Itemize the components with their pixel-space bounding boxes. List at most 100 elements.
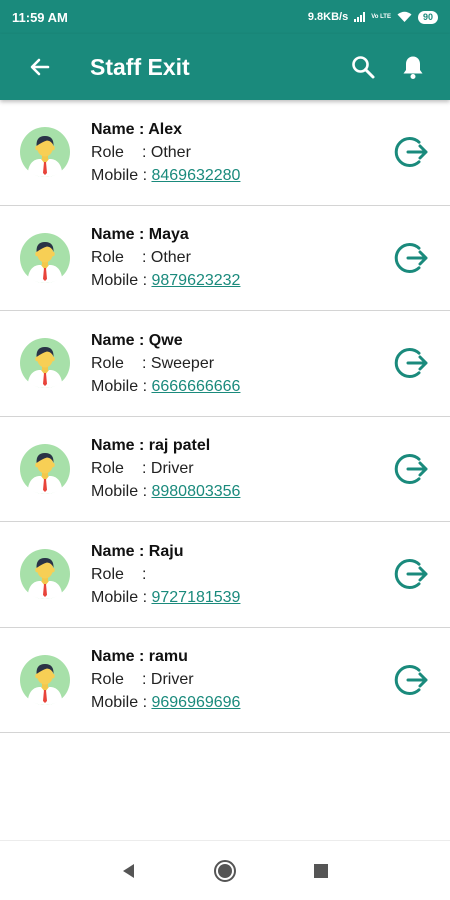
- back-button[interactable]: [20, 47, 60, 87]
- staff-name: Maya: [148, 226, 189, 244]
- role-separator: :: [142, 565, 147, 583]
- signal-icon: [354, 12, 366, 22]
- staff-list-item[interactable]: Name : Raju Role: Mobile : 9727181539: [0, 522, 450, 628]
- logout-icon: [394, 559, 428, 590]
- staff-mobile-row: Mobile : 9696969696: [91, 691, 390, 714]
- staff-name: ramu: [148, 648, 188, 666]
- role-separator: :: [142, 143, 151, 161]
- staff-info: Name : Raju Role: Mobile : 9727181539: [91, 540, 390, 609]
- staff-name: Alex: [148, 120, 182, 138]
- logout-icon: [394, 664, 428, 695]
- role-separator: :: [142, 354, 151, 372]
- role-label: Role: [91, 671, 124, 689]
- mobile-label: Mobile :: [91, 588, 152, 606]
- staff-info: Name : ramu Role: Driver Mobile : 969696…: [91, 645, 390, 714]
- exit-button[interactable]: [390, 552, 434, 596]
- staff-role-row: Role: Driver: [91, 668, 390, 691]
- mobile-label: Mobile :: [91, 272, 152, 290]
- name-label: Name :: [91, 542, 149, 560]
- mobile-label: Mobile :: [91, 483, 152, 501]
- staff-name-row: Name : Raju: [91, 540, 390, 563]
- exit-button[interactable]: [390, 341, 434, 385]
- staff-name-row: Name : Alex: [91, 118, 390, 141]
- avatar-icon: [20, 549, 70, 600]
- network-speed: 9.8KB/s: [307, 11, 349, 23]
- staff-list-item[interactable]: Name : ramu Role: Driver Mobile : 969696…: [0, 628, 450, 733]
- arrow-left-icon: [30, 58, 50, 76]
- staff-mobile-link[interactable]: 9879623232: [151, 272, 240, 289]
- role-separator: :: [142, 249, 151, 267]
- staff-list-item[interactable]: Name : Maya Role: Other Mobile : 9879623…: [0, 206, 450, 311]
- role-label: Role: [91, 249, 124, 267]
- role-label: Role: [91, 460, 124, 478]
- avatar-icon: [20, 232, 70, 283]
- staff-role: Other: [150, 143, 191, 161]
- role-separator: :: [142, 460, 151, 478]
- avatar-icon: [20, 443, 70, 494]
- staff-mobile-link[interactable]: 6666666666: [151, 378, 240, 395]
- name-label: Name :: [91, 331, 149, 349]
- staff-role-row: Role: Sweeper: [91, 352, 390, 375]
- system-nav-bar: [0, 840, 450, 900]
- nav-home-button[interactable]: [177, 841, 273, 900]
- staff-mobile-link[interactable]: 9696969696: [151, 694, 240, 711]
- avatar-icon: [20, 127, 70, 178]
- status-bar: 11:59 AM 9.8KB/s Vo LTE 90: [0, 0, 450, 34]
- page-title: Staff Exit: [90, 53, 190, 80]
- staff-name-row: Name : raj patel: [91, 434, 390, 457]
- role-separator: :: [142, 671, 151, 689]
- avatar-icon: [20, 654, 70, 705]
- mobile-label: Mobile :: [91, 377, 152, 395]
- staff-list-item[interactable]: Name : raj patel Role: Driver Mobile : 8…: [0, 417, 450, 522]
- logout-icon: [394, 453, 428, 484]
- staff-info: Name : raj patel Role: Driver Mobile : 8…: [91, 434, 390, 503]
- name-label: Name :: [91, 648, 149, 666]
- staff-mobile-row: Mobile : 9727181539: [91, 586, 390, 609]
- staff-name: Raju: [148, 542, 184, 560]
- staff-mobile-row: Mobile : 8980803356: [91, 480, 390, 503]
- staff-role: Driver: [150, 460, 194, 478]
- staff-role-row: Role: Other: [91, 141, 390, 164]
- staff-mobile-row: Mobile : 6666666666: [91, 375, 390, 398]
- avatar-icon: [20, 338, 70, 389]
- staff-mobile-link[interactable]: 8469632280: [151, 167, 240, 184]
- nav-recents-button[interactable]: [273, 841, 369, 900]
- staff-list-item[interactable]: Name : Alex Role: Other Mobile : 8469632…: [0, 100, 450, 206]
- staff-info: Name : Alex Role: Other Mobile : 8469632…: [91, 118, 390, 187]
- exit-button[interactable]: [390, 658, 434, 702]
- staff-role: Other: [150, 249, 191, 267]
- status-indicators: 9.8KB/s Vo LTE 90: [307, 10, 438, 24]
- logout-icon: [394, 137, 428, 168]
- staff-role: Driver: [150, 671, 194, 689]
- logout-icon: [394, 242, 428, 273]
- square-recents-icon: [314, 863, 328, 878]
- battery-icon: 90: [417, 10, 438, 24]
- staff-list: Name : Alex Role: Other Mobile : 8469632…: [0, 100, 450, 733]
- role-label: Role: [91, 565, 124, 583]
- staff-name: Qwe: [148, 331, 183, 349]
- nav-back-button[interactable]: [81, 841, 177, 900]
- staff-mobile-row: Mobile : 9879623232: [91, 269, 390, 292]
- staff-info: Name : Maya Role: Other Mobile : 9879623…: [91, 223, 390, 292]
- exit-button[interactable]: [390, 130, 434, 174]
- exit-button[interactable]: [390, 447, 434, 491]
- role-label: Role: [91, 354, 124, 372]
- name-label: Name :: [91, 437, 149, 455]
- staff-name-row: Name : Maya: [91, 223, 390, 246]
- staff-mobile-link[interactable]: 8980803356: [151, 483, 240, 500]
- mobile-label: Mobile :: [91, 166, 152, 184]
- search-button[interactable]: [343, 47, 383, 87]
- staff-name-row: Name : Qwe: [91, 329, 390, 352]
- app-bar: Staff Exit: [0, 34, 450, 100]
- staff-role: Sweeper: [150, 354, 215, 372]
- notifications-button[interactable]: [393, 47, 433, 87]
- exit-button[interactable]: [390, 236, 434, 280]
- name-label: Name :: [91, 226, 149, 244]
- staff-mobile-row: Mobile : 8469632280: [91, 164, 390, 187]
- mobile-label: Mobile :: [91, 694, 152, 712]
- wifi-icon: [397, 11, 412, 22]
- staff-list-item[interactable]: Name : Qwe Role: Sweeper Mobile : 666666…: [0, 311, 450, 417]
- staff-name: raj patel: [148, 437, 211, 455]
- staff-mobile-link[interactable]: 9727181539: [151, 589, 240, 606]
- staff-role-row: Role: Other: [91, 246, 390, 269]
